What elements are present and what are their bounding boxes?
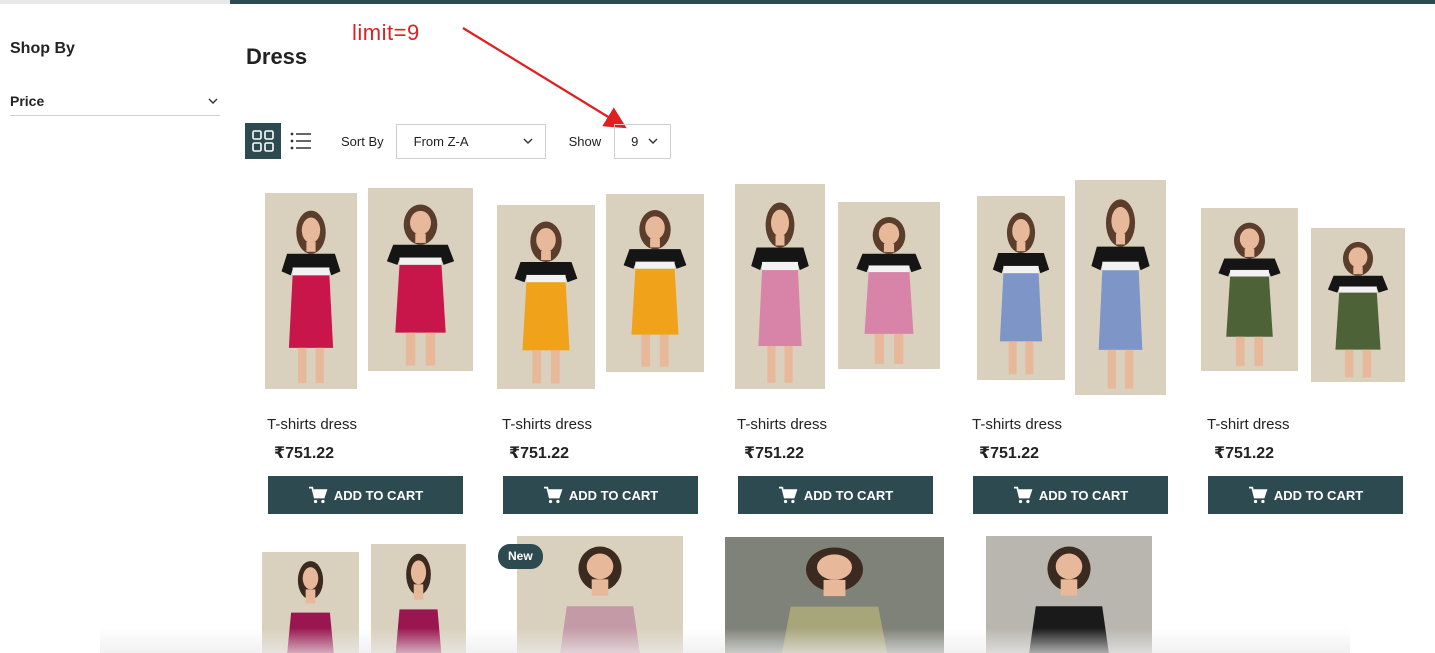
show-limit-value: 9 xyxy=(631,133,639,149)
add-to-cart-button[interactable]: ADD TO CART xyxy=(973,476,1168,514)
sort-by-label: Sort By xyxy=(341,133,384,149)
page-title: Dress xyxy=(246,44,308,69)
sort-by-value: From Z-A xyxy=(413,133,469,149)
top-bar-accent xyxy=(230,0,1435,4)
new-badge: New xyxy=(498,544,543,569)
product-price: ₹751.22 xyxy=(744,445,805,462)
chevron-down-icon xyxy=(523,138,533,144)
cart-icon xyxy=(308,486,328,504)
add-to-cart-button[interactable]: ADD TO CART xyxy=(503,476,698,514)
product-photo-alt xyxy=(838,202,940,369)
product-card[interactable]: T-shirt dress ₹751.22 ADD TO CART xyxy=(1200,180,1435,520)
product-card[interactable]: T-shirts dress ₹751.22 ADD TO CART xyxy=(495,180,730,520)
product-photo-front xyxy=(497,205,595,389)
product-card[interactable]: T-shirts dress ₹751.22 ADD TO CART xyxy=(730,180,965,520)
product-price: ₹751.22 xyxy=(509,445,570,462)
cart-icon xyxy=(1013,486,1033,504)
chevron-down-icon xyxy=(648,138,658,144)
add-to-cart-label: ADD TO CART xyxy=(1273,487,1364,503)
add-to-cart-label: ADD TO CART xyxy=(568,487,659,503)
cart-icon xyxy=(1248,486,1268,504)
show-label: Show xyxy=(568,133,602,149)
show-limit-select[interactable]: 9 xyxy=(614,123,672,159)
grid-view-button[interactable] xyxy=(245,123,281,159)
cart-icon xyxy=(778,486,798,504)
annotation-text: limit=9 xyxy=(352,20,420,45)
product-image[interactable] xyxy=(495,180,730,410)
listing-toolbar: Sort By From Z-A Show 9 xyxy=(245,123,672,159)
product-image[interactable] xyxy=(371,544,466,653)
price-filter-label: Price xyxy=(10,92,45,109)
sidebar: Shop By Price xyxy=(10,40,220,116)
product-name[interactable]: T-shirts dress xyxy=(737,416,827,433)
product-card[interactable]: T-shirts dress ₹751.22 ADD TO CART xyxy=(260,180,495,520)
cart-icon xyxy=(543,486,563,504)
product-image[interactable] xyxy=(1200,180,1435,410)
annotation-arrow xyxy=(462,27,627,129)
sort-by-select[interactable]: From Z-A xyxy=(395,123,546,159)
product-name[interactable]: T-shirts dress xyxy=(502,416,592,433)
grid-view-icon xyxy=(252,130,274,152)
product-photo-front xyxy=(265,193,357,389)
product-image[interactable] xyxy=(260,180,495,410)
top-bar-left xyxy=(0,0,230,4)
product-name[interactable]: T-shirts dress xyxy=(972,416,1062,433)
price-filter-toggle[interactable]: Price xyxy=(10,86,220,116)
add-to-cart-button[interactable]: ADD TO CART xyxy=(738,476,933,514)
product-photo-front xyxy=(735,184,825,389)
product-image[interactable] xyxy=(986,536,1152,653)
product-photo-front xyxy=(977,196,1065,380)
product-photo-alt xyxy=(606,194,704,372)
product-image[interactable] xyxy=(730,180,965,410)
add-to-cart-label: ADD TO CART xyxy=(1038,487,1129,503)
product-image[interactable] xyxy=(262,552,359,653)
add-to-cart-label: ADD TO CART xyxy=(803,487,894,503)
product-card[interactable]: T-shirts dress ₹751.22 ADD TO CART xyxy=(965,180,1200,520)
list-view-icon xyxy=(290,132,311,150)
product-photo-alt xyxy=(368,188,473,371)
add-to-cart-button[interactable]: ADD TO CART xyxy=(1208,476,1403,514)
chevron-down-icon xyxy=(206,94,220,108)
product-image[interactable] xyxy=(725,537,944,653)
product-photo-front xyxy=(1201,208,1298,371)
list-view-button[interactable] xyxy=(283,123,319,159)
add-to-cart-button[interactable]: ADD TO CART xyxy=(268,476,463,514)
shop-by-title: Shop By xyxy=(10,40,75,57)
product-image[interactable] xyxy=(965,180,1200,410)
product-name[interactable]: T-shirts dress xyxy=(267,416,357,433)
product-price: ₹751.22 xyxy=(274,445,335,462)
product-photo-alt xyxy=(1075,180,1166,395)
product-name[interactable]: T-shirt dress xyxy=(1207,416,1290,433)
product-price: ₹751.22 xyxy=(1214,445,1275,462)
product-price: ₹751.22 xyxy=(979,445,1040,462)
add-to-cart-label: ADD TO CART xyxy=(333,487,424,503)
product-photo-alt xyxy=(1311,228,1405,382)
